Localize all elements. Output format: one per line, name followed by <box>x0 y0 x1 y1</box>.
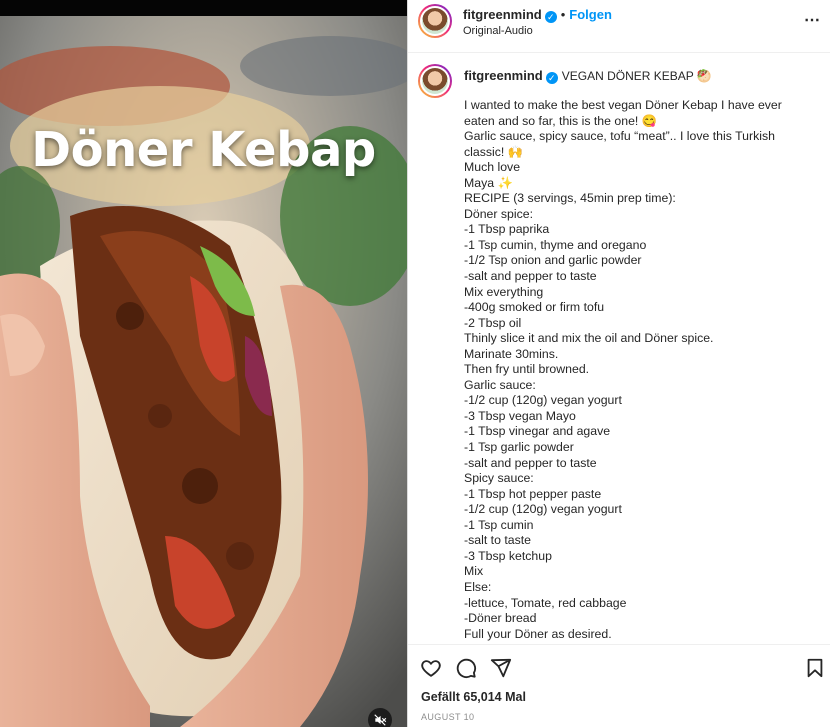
caption-line: -salt and pepper to taste <box>464 269 597 284</box>
avatar[interactable] <box>418 4 452 38</box>
caption-line: -400g smoked or firm tofu <box>464 300 605 315</box>
caption-line: -3 Tbsp ketchup <box>464 548 552 563</box>
caption-line: -lettuce, Tomate, red cabbage <box>464 595 627 610</box>
caption-section: fitgreenmind ✓ VEGAN DÖNER KEBAP 🥙 I wante… <box>408 54 830 644</box>
caption-line: Thinly slice it and mix the oil and Döne… <box>464 331 714 346</box>
caption-line: Maya ✨ <box>464 175 513 190</box>
mute-button[interactable] <box>368 708 392 727</box>
caption-line: eaten and so far, this is the one! 😋 <box>464 113 658 128</box>
caption-line: Else: <box>464 579 492 594</box>
caption-line: -1 Tsp cumin <box>464 517 534 532</box>
caption-header: fitgreenmind ✓ VEGAN DÖNER KEBAP 🥙 <box>464 68 712 84</box>
caption-line: Mix everything <box>464 284 544 299</box>
caption-line: Much love <box>464 160 521 175</box>
caption-line: -1 Tsp cumin, thyme and oregano <box>464 237 647 252</box>
header-user-line: fitgreenmind ✓ • Folgen <box>463 7 612 23</box>
more-options-icon[interactable]: ⋯ <box>804 10 821 30</box>
overlay-title: Döner Kebap <box>31 122 376 178</box>
caption-username[interactable]: fitgreenmind <box>464 68 543 83</box>
verified-badge-icon: ✓ <box>545 72 558 84</box>
comment-icon[interactable] <box>455 657 477 679</box>
caption-line: -salt to taste <box>464 533 531 548</box>
caption-line: Then fry until browned. <box>464 362 590 377</box>
media-top-bar <box>0 0 407 16</box>
caption-line: RECIPE (3 servings, 45min prep time): <box>464 191 676 206</box>
caption-line: -1 Tbsp vinegar and agave <box>464 424 611 439</box>
caption-line: -2 Tbsp oil <box>464 315 522 330</box>
caption-line: -salt and pepper to taste <box>464 455 597 470</box>
caption-line: -3 Tbsp vegan Mayo <box>464 408 576 423</box>
caption-line: Spicy sauce: <box>464 471 534 486</box>
caption-line: -1 Tsp garlic powder <box>464 440 574 455</box>
heart-icon[interactable] <box>420 657 442 679</box>
bookmark-icon[interactable] <box>804 657 826 679</box>
caption-headline: VEGAN DÖNER KEBAP 🥙 <box>561 69 712 83</box>
follow-button[interactable]: Folgen <box>569 7 612 22</box>
caption-line: Mix <box>464 564 484 579</box>
audio-link[interactable]: Original-Audio <box>463 25 533 37</box>
post-media[interactable]: Döner Kebap <box>0 0 407 727</box>
caption-line: -1/2 Tsp onion and garlic powder <box>464 253 642 268</box>
post-header: fitgreenmind ✓ • Folgen Original-Audio ⋯ <box>408 0 830 53</box>
caption-line: Garlic sauce: <box>464 377 536 392</box>
caption-text: I wanted to make the best vegan Döner Ke… <box>464 98 814 642</box>
caption-line: -1/2 cup (120g) vegan yogurt <box>464 393 622 408</box>
post-side-panel: fitgreenmind ✓ • Folgen Original-Audio ⋯ fi… <box>407 0 830 727</box>
caption-line: -1/2 cup (120g) vegan yogurt <box>464 502 622 517</box>
likes-count[interactable]: Gefällt 65,014 Mal <box>421 690 526 704</box>
post-date: AUGUST 10 <box>421 712 475 722</box>
header-username[interactable]: fitgreenmind <box>463 7 542 22</box>
speaker-muted-icon <box>374 714 387 726</box>
caption-avatar[interactable] <box>418 64 452 98</box>
caption-line: classic! 🙌 <box>464 144 524 159</box>
caption-line: -1 Tbsp paprika <box>464 222 550 237</box>
caption-line: Marinate 30mins. <box>464 346 559 361</box>
caption-line: Döner spice: <box>464 206 534 221</box>
caption-line: I wanted to make the best vegan Döner Ke… <box>464 98 782 112</box>
verified-badge-icon: ✓ <box>544 11 557 23</box>
share-icon[interactable] <box>490 657 512 679</box>
separator-dot: • <box>560 7 566 22</box>
caption-line: Full your Döner as desired. <box>464 626 612 641</box>
action-bar <box>408 644 830 687</box>
caption-line: -Döner bread <box>464 611 537 626</box>
caption-line: Garlic sauce, spicy sauce, tofu “meat”..… <box>464 129 775 144</box>
caption-line: -1 Tbsp hot pepper paste <box>464 486 602 501</box>
